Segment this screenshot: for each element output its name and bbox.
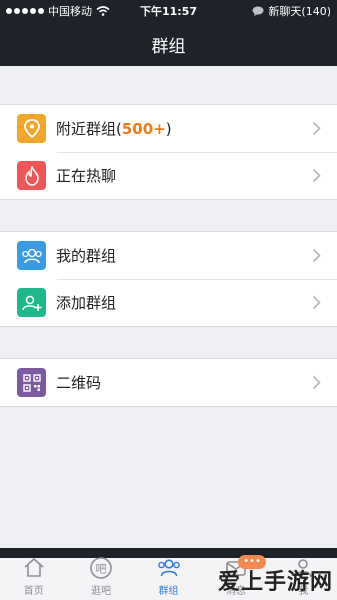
wifi-icon (96, 6, 110, 16)
page-title: 群组 (151, 36, 186, 57)
my-groups-row[interactable]: 我的群组 (0, 232, 337, 279)
qr-code-label: 二维码 (56, 374, 102, 392)
location-icon (17, 114, 46, 143)
nearby-groups-count: 500+ (121, 120, 166, 138)
tab-home[interactable]: 首页 (0, 549, 67, 600)
notification-text[interactable]: 新聊天(140) (268, 3, 331, 19)
nearby-groups-label: 附近群组 (56, 120, 117, 138)
bar-icon: 吧 (90, 557, 112, 579)
group-icon (157, 559, 180, 577)
signal-strength-icon (6, 8, 44, 14)
tab-groups-label: 群组 (158, 586, 179, 597)
chevron-right-icon (312, 248, 321, 263)
watermark: 爱上手游网 (217, 570, 333, 595)
qr-code-icon (17, 368, 46, 397)
chat-bubble-icon (252, 6, 264, 16)
chevron-right-icon (312, 121, 321, 136)
add-group-icon (17, 288, 46, 317)
qr-code-row[interactable]: 二维码 (0, 359, 337, 406)
nearby-groups-row[interactable]: 附近群组(500+) (0, 105, 337, 152)
add-group-label: 添加群组 (56, 294, 117, 312)
trending-chat-label: 正在热聊 (56, 167, 117, 185)
chevron-right-icon (312, 295, 321, 310)
carrier-name: 中国移动 (48, 5, 92, 18)
my-groups-section: 我的群组 添加群组 (0, 231, 337, 327)
tab-bar-label: 逛吧 (91, 586, 112, 597)
qr-code-section: 二维码 (0, 358, 337, 407)
chevron-right-icon (312, 168, 321, 183)
status-bar: 中国移动 下午11:57 新聊天(140) (0, 0, 337, 22)
trending-chat-row[interactable]: 正在热聊 (0, 152, 337, 199)
tab-bar-browse[interactable]: 吧 逛吧 (67, 549, 134, 600)
home-icon (24, 557, 44, 577)
svg-text:吧: 吧 (96, 563, 107, 576)
group-icon (17, 241, 46, 270)
group-discovery-section: 附近群组(500+) 正在热聊 (0, 104, 337, 200)
navigation-bar: 群组 (0, 22, 337, 66)
flame-icon (17, 161, 46, 190)
tab-home-label: 首页 (23, 586, 44, 597)
tab-groups[interactable]: 群组 (135, 549, 202, 600)
my-groups-label: 我的群组 (56, 247, 117, 265)
add-group-row[interactable]: 添加群组 (0, 279, 337, 326)
chevron-right-icon (312, 375, 321, 390)
